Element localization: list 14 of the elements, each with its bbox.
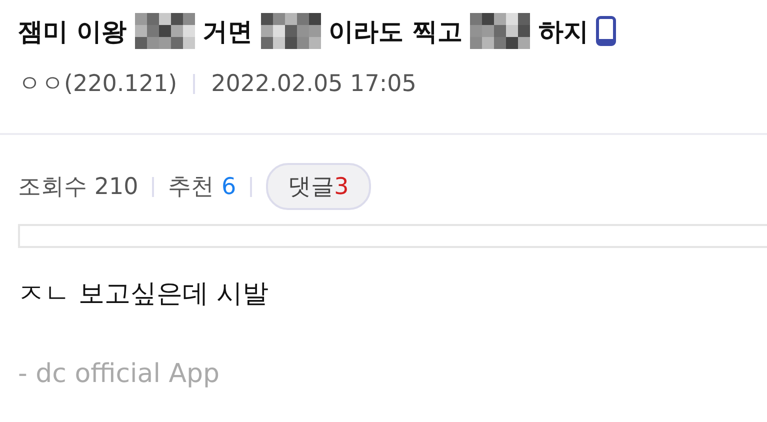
- mosaic-drawing: [470, 13, 530, 49]
- view-count: 조회수 210: [18, 173, 138, 202]
- post-body: ㅈㄴ 보고싶은데 시발: [18, 278, 270, 311]
- app-signature: - dc official App: [18, 359, 220, 389]
- post-date: 2022.02.05 17:05: [211, 70, 416, 96]
- author-name: ㅇㅇ(220.121): [18, 70, 178, 99]
- comment-button[interactable]: 댓글3: [266, 163, 371, 210]
- title-text: 이라도 찍고: [328, 16, 462, 48]
- mosaic-drawing: [260, 13, 321, 49]
- title-text: 잼미 이왕: [18, 16, 127, 48]
- title-text: 하지: [538, 16, 588, 48]
- recommend-count: 추천 6: [168, 173, 236, 202]
- mosaic-drawing: [134, 13, 195, 49]
- title-text: 거면: [202, 16, 253, 48]
